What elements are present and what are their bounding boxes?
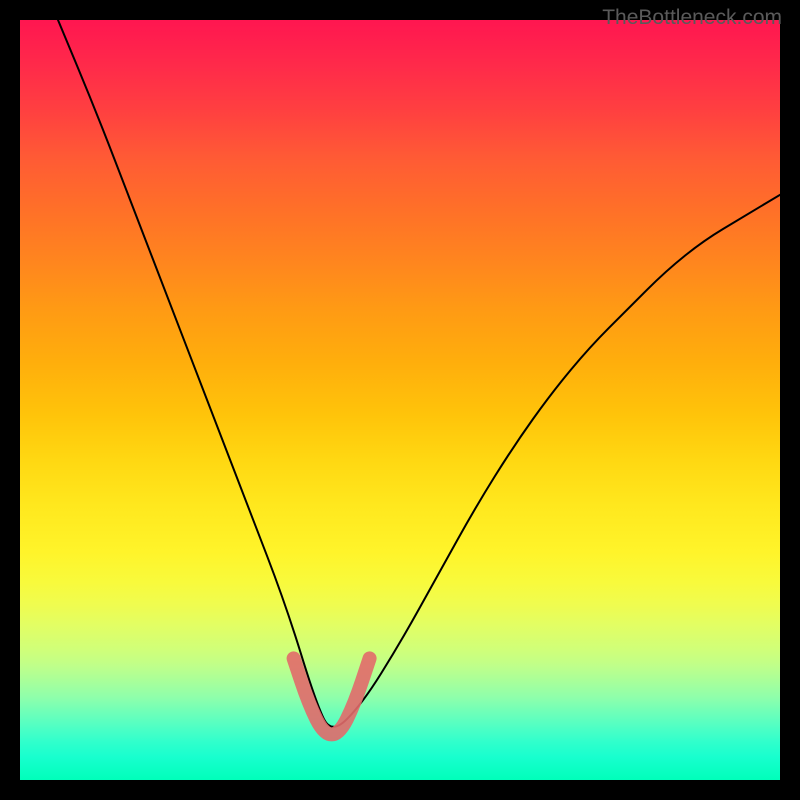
watermark-text: TheBottleneck.com [602, 6, 782, 30]
chart-svg [20, 20, 780, 780]
curve-line [58, 20, 780, 727]
chart-plot-area [20, 20, 780, 780]
